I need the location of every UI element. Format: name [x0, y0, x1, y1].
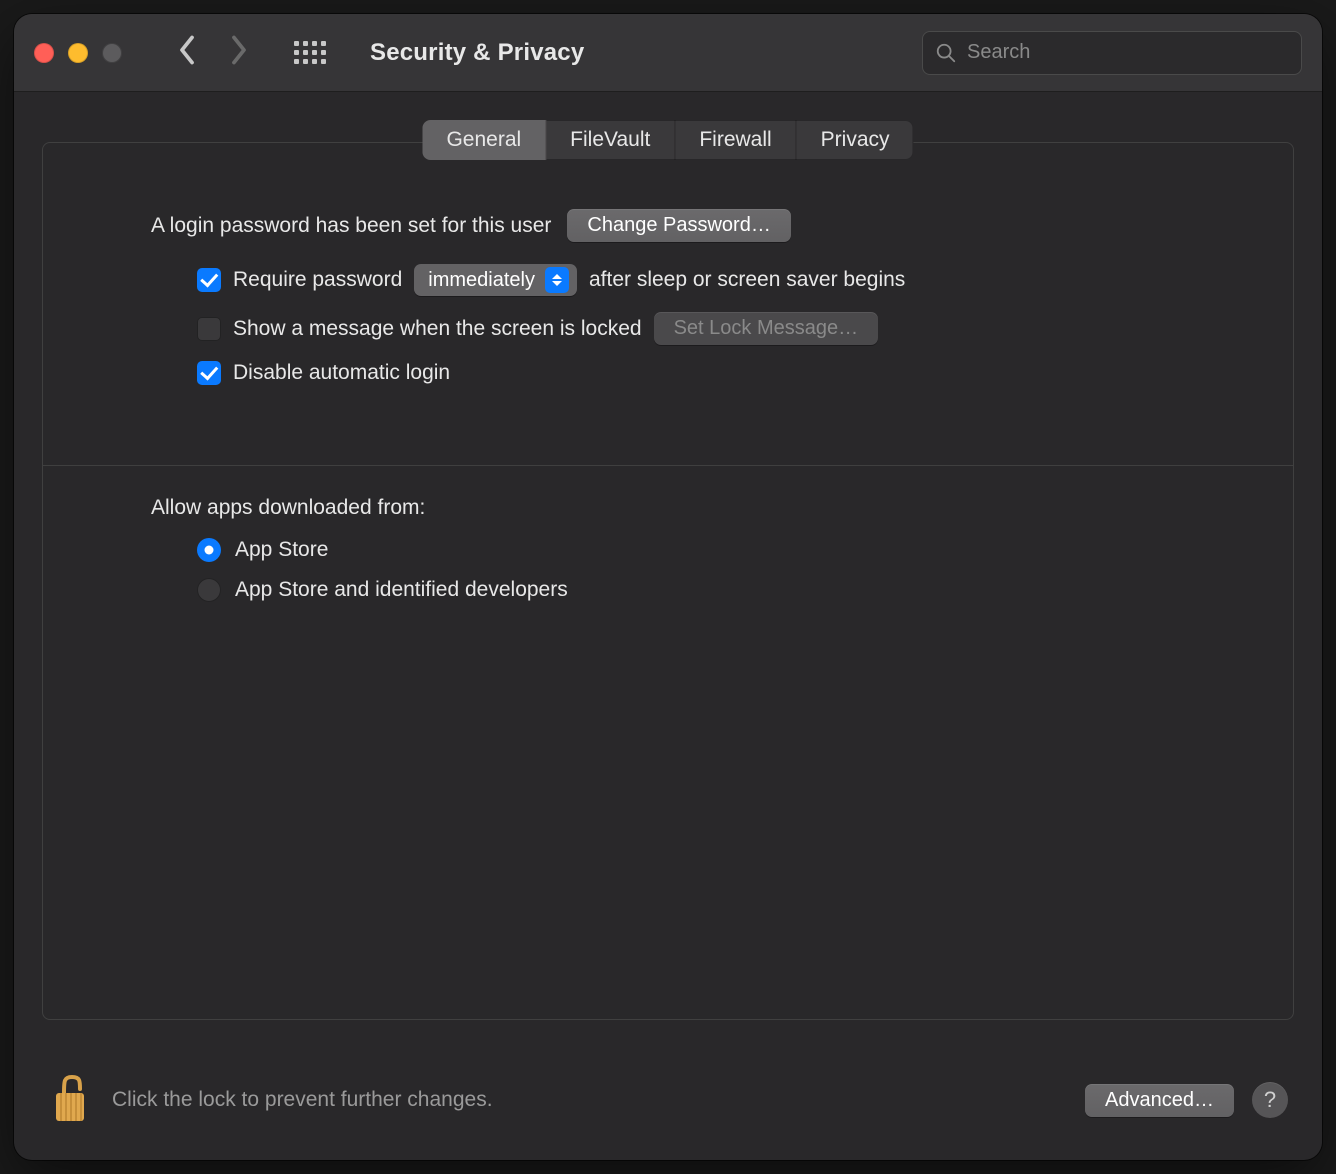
tab-bar: General FileVault Firewall Privacy: [422, 120, 913, 160]
search-field[interactable]: [922, 31, 1302, 75]
search-input[interactable]: [967, 41, 1289, 64]
require-password-suffix: after sleep or screen saver begins: [589, 268, 905, 292]
nav-arrows: [176, 35, 250, 70]
back-button[interactable]: [176, 35, 198, 70]
allow-apps-section: Allow apps downloaded from: App Store Ap…: [43, 496, 1293, 602]
show-message-label: Show a message when the screen is locked: [233, 317, 642, 341]
show-message-row: Show a message when the screen is locked…: [197, 312, 1185, 345]
show-message-checkbox[interactable]: [197, 317, 221, 341]
radio-identified-developers[interactable]: [197, 578, 221, 602]
tab-filevault[interactable]: FileVault: [546, 120, 675, 160]
close-window-button[interactable]: [34, 43, 54, 63]
forward-button: [228, 35, 250, 70]
titlebar: Security & Privacy: [14, 14, 1322, 92]
require-password-delay-value: immediately: [428, 269, 535, 292]
disable-auto-login-label: Disable automatic login: [233, 361, 450, 385]
show-all-preferences-button[interactable]: [294, 41, 326, 64]
radio-appstore-label: App Store: [235, 538, 328, 562]
disable-auto-login-checkbox[interactable]: [197, 361, 221, 385]
tab-privacy[interactable]: Privacy: [797, 120, 914, 160]
login-password-row: A login password has been set for this u…: [151, 209, 1185, 242]
advanced-button[interactable]: Advanced…: [1085, 1084, 1234, 1117]
search-icon: [935, 42, 957, 64]
footer: Click the lock to prevent further change…: [14, 1040, 1322, 1160]
general-panel: A login password has been set for this u…: [42, 142, 1294, 1020]
lock-icon[interactable]: [48, 1071, 92, 1130]
radio-appstore[interactable]: [197, 538, 221, 562]
stepper-icon: [545, 267, 569, 293]
preferences-window: Security & Privacy General FileVault Fir…: [14, 14, 1322, 1160]
window-controls: [34, 43, 122, 63]
zoom-window-button: [102, 43, 122, 63]
help-button[interactable]: ?: [1252, 1082, 1288, 1118]
window-title: Security & Privacy: [370, 39, 584, 67]
allow-apps-heading: Allow apps downloaded from:: [151, 496, 1185, 520]
lock-hint-text: Click the lock to prevent further change…: [112, 1088, 493, 1112]
minimize-window-button[interactable]: [68, 43, 88, 63]
allow-apps-option-appstore: App Store: [197, 538, 1185, 562]
change-password-button[interactable]: Change Password…: [567, 209, 790, 242]
content-area: General FileVault Firewall Privacy A log…: [14, 92, 1322, 1160]
section-divider: [43, 465, 1293, 466]
tab-firewall[interactable]: Firewall: [675, 120, 796, 160]
radio-identified-label: App Store and identified developers: [235, 578, 568, 602]
allow-apps-option-identified: App Store and identified developers: [197, 578, 1185, 602]
require-password-prefix: Require password: [233, 268, 402, 292]
login-status-text: A login password has been set for this u…: [151, 214, 551, 238]
search-wrap: [922, 31, 1302, 75]
require-password-checkbox[interactable]: [197, 268, 221, 292]
require-password-delay-select[interactable]: immediately: [414, 264, 577, 296]
disable-auto-login-row: Disable automatic login: [197, 361, 1185, 385]
set-lock-message-button: Set Lock Message…: [654, 312, 879, 345]
require-password-row: Require password immediately after sleep…: [197, 264, 1185, 296]
footer-right: Advanced… ?: [1085, 1082, 1288, 1118]
login-section: A login password has been set for this u…: [43, 203, 1293, 385]
tab-general[interactable]: General: [422, 120, 546, 160]
